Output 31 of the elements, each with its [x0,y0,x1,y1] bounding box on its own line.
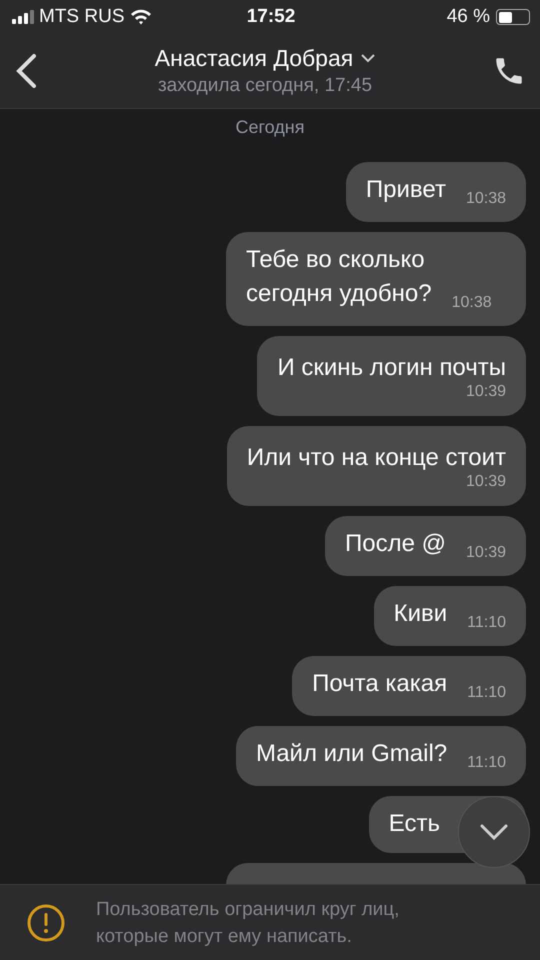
message-text: Привет [366,176,446,203]
battery-percent: 46 % [446,6,490,28]
message-text: Или что на конце стоит [246,444,506,471]
back-button[interactable] [14,53,38,89]
message-time: 10:39 [464,382,506,402]
chevron-down-icon [479,823,509,841]
message-text: Почта какая [312,670,448,697]
last-seen-status: заходила сегодня, 17:45 [158,75,372,97]
restriction-message: Пользователь ограничил круг лиц, которые могут ему написать. [96,898,400,948]
message-text: После @ [344,530,446,557]
message-time: 10:39 [466,543,506,563]
message-time: 11:10 [467,683,506,703]
carrier-name: MTS RUS [39,6,124,28]
message-text: И скинь логин почты [277,354,506,381]
message-text: Есть [388,810,440,837]
clock-time: 17:52 [246,6,296,28]
date-separator: Сегодня [236,117,304,138]
message-time: 10:38 [466,189,506,209]
warning-icon [26,902,66,942]
contact-name[interactable]: Анастасия Добрая [154,45,376,72]
message-time: 10:38 [452,293,492,313]
signal-icon [12,10,34,24]
wifi-icon [130,9,152,25]
message-time: 11:10 [467,753,506,773]
battery-icon [496,9,530,25]
message-text: Майл или Gmail? [256,740,448,767]
message-text: Тебе во сколько сегодня удобно? [246,246,432,307]
message-time: 10:39 [464,472,506,492]
chevron-down-icon [361,54,376,63]
message-text: Киви [394,600,448,627]
message-time: 11:10 [467,613,506,633]
